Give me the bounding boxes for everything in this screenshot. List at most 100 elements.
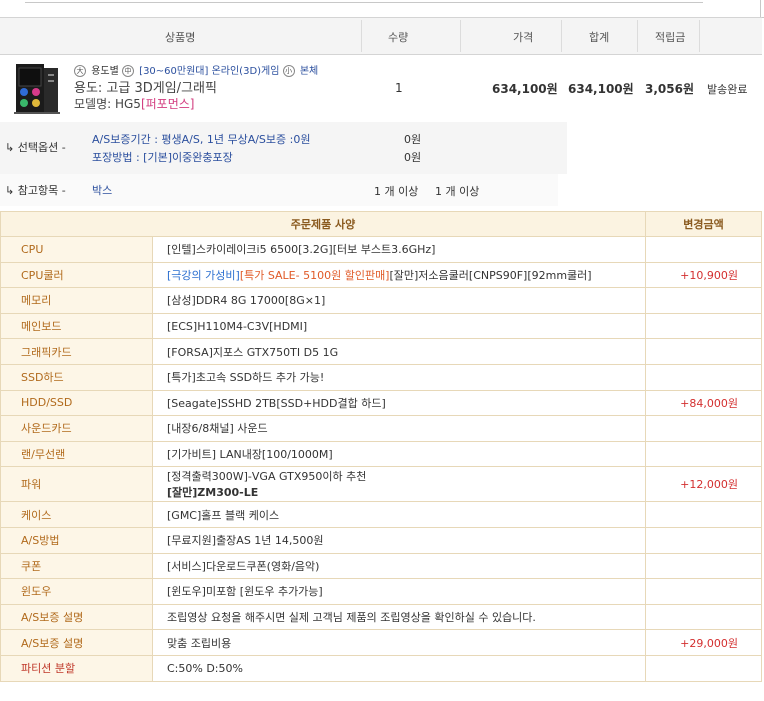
spec-row: 파워 [정격출력300W]-VGA GTX950이하 추천 [잘만]ZM300-L… [0, 466, 762, 503]
product-purpose: 용도: 고급 3D게임/그래픽 [74, 81, 217, 96]
spec-change [645, 603, 762, 631]
spec-value-model: [잘만]ZM300-LE [167, 486, 259, 500]
reference-label: ↳ 참고항목 - [5, 184, 66, 197]
spec-value: [ECS]H110M4-C3V[HDMI] [152, 312, 646, 340]
spec-row: A/S보증 설명 조립영상 요청을 해주시면 실제 고객님 제품의 조립영상을 … [0, 603, 762, 631]
spec-change: +29,000원 [645, 629, 762, 656]
top-divider [25, 2, 703, 3]
spec-row: A/S보증 설명 맞춤 조립비용 +29,000원 [0, 629, 762, 656]
spec-value: [정격출력300W]-VGA GTX950이하 추천 [167, 470, 367, 484]
badge-large: 大 [74, 65, 86, 77]
badge-small: 小 [282, 65, 295, 77]
spec-row: HDD/SSD [Seagate]SSHD 2TB[SSD+HDD결합 하드] … [0, 389, 762, 417]
spec-row: 윈도우 [윈도우]미포함 [윈도우 추가가능] [0, 578, 762, 605]
change-header: 변경금액 [645, 211, 762, 237]
spec-row: 쿠폰 [서비스]다운로드쿠폰(영화/음악) [0, 552, 762, 580]
spec-value: [Seagate]SSHD 2TB[SSD+HDD결합 하드] [152, 389, 646, 417]
spec-value: C:50% D:50% [152, 654, 646, 682]
spec-name: 케이스 [0, 501, 153, 528]
spec-value-cooler: [극강의 가성비][특가 SALE- 5100원 할인판매][잘만]저소음쿨러[… [152, 261, 646, 289]
option-item: 포장방법 : [기본]이중완충포장 [92, 151, 233, 164]
spec-change [645, 501, 762, 528]
spec-change [645, 578, 762, 605]
spec-name: 메모리 [0, 287, 153, 314]
header-separator [460, 20, 461, 52]
spec-name: 파티션 분할 [0, 654, 153, 682]
spec-change [645, 338, 762, 365]
spec-row: CPU쿨러 [극강의 가성비][특가 SALE- 5100원 할인판매][잘만]… [0, 261, 762, 289]
spec-row: A/S방법 [무료지원]출장AS 1년 14,500원 [0, 526, 762, 554]
spec-name: 메인보드 [0, 312, 153, 340]
spec-value: [특가]초고속 SSD하드 추가 가능! [152, 363, 646, 391]
spec-name: A/S보증 설명 [0, 629, 153, 656]
spec-change [645, 236, 762, 263]
tag-prefix: 용도별 [91, 66, 119, 77]
order-qty: 1 [395, 81, 403, 95]
spec-name: 사운드카드 [0, 415, 153, 442]
header-total: 합계 [589, 31, 610, 44]
spec-value: [인텔]스카이레이크i5 6500[3.2G][터보 부스트3.6GHz] [152, 236, 646, 263]
spec-header: 주문제품 사양 [0, 211, 646, 237]
spec-change [645, 654, 762, 682]
option-item: A/S보증기간 : 평생A/S, 1년 무상A/S보증 :0원 [92, 133, 311, 146]
spec-value: [서비스]다운로드쿠폰(영화/음악) [152, 552, 646, 580]
spec-header-row: 주문제품 사양 변경금액 [0, 211, 762, 237]
model-highlight: [퍼포먼스] [140, 97, 195, 111]
order-price: 634,100원 [492, 82, 558, 96]
header-price: 가격 [513, 31, 534, 44]
spec-name: A/S방법 [0, 526, 153, 554]
spec-name: HDD/SSD [0, 389, 153, 417]
spec-name: 랜/무선랜 [0, 440, 153, 468]
order-points: 3,056원 [645, 82, 694, 96]
spec-change [645, 552, 762, 580]
spec-row: 케이스 [GMC]홀프 블랙 케이스 [0, 501, 762, 528]
spec-row: SSD하드 [특가]초고속 SSD하드 추가 가능! [0, 363, 762, 391]
spec-change: +84,000원 [645, 389, 762, 417]
spec-value: [잘만]저소음쿨러[CNPS90F][92mm쿨러] [389, 268, 592, 282]
spec-name: 쿠폰 [0, 552, 153, 580]
spec-name: CPU [0, 236, 153, 263]
spec-table: 주문제품 사양 변경금액 CPU [인텔]스카이레이크i5 6500[3.2G]… [0, 211, 762, 682]
header-separator [637, 20, 638, 52]
sale-tag: [특가 SALE- 5100원 할인판매] [239, 268, 390, 282]
pc-case-icon[interactable] [10, 60, 64, 116]
header-separator [561, 20, 562, 52]
badge-medium: 中 [121, 65, 134, 77]
spec-value: 맞춤 조립비용 [152, 629, 646, 656]
spec-value: [FORSA]지포스 GTX750TI D5 1G [152, 338, 646, 365]
option-price: 0원 [404, 133, 422, 146]
reference-qty: 1 개 이상 [374, 185, 419, 198]
spec-change: +10,900원 [645, 261, 762, 289]
spec-value: [내장6/8채널] 사운드 [152, 415, 646, 442]
tag-suffix-link[interactable]: 본체 [300, 66, 318, 77]
spec-value: [윈도우]미포함 [윈도우 추가가능] [152, 578, 646, 605]
spec-value: [삼성]DDR4 8G 17000[8G×1] [152, 287, 646, 314]
option-price: 0원 [404, 151, 422, 164]
spec-value: 조립영상 요청을 해주시면 실제 고객님 제품의 조립영상을 확인하실 수 있습… [152, 603, 646, 631]
spec-name: CPU쿨러 [0, 261, 153, 289]
spec-change [645, 363, 762, 391]
spec-change: +12,000원 [645, 466, 762, 503]
spec-row: CPU [인텔]스카이레이크i5 6500[3.2G][터보 부스트3.6GHz… [0, 236, 762, 263]
spec-change [645, 287, 762, 314]
reference-item: 박스 [92, 184, 113, 197]
product-model: 모델명: HG5[퍼포먼스] [74, 95, 194, 112]
spec-row: 사운드카드 [내장6/8채널] 사운드 [0, 415, 762, 442]
spec-name: 윈도우 [0, 578, 153, 605]
options-label: ↳ 선택옵션 - [5, 141, 66, 154]
order-table-header: 상품명 수량 가격 합계 적립금 [0, 17, 762, 55]
spec-change [645, 312, 762, 340]
header-product: 상품명 [165, 31, 196, 44]
tag-category-link[interactable]: [30~60만원대] 온라인(3D)게임 [139, 66, 279, 77]
spec-name: SSD하드 [0, 363, 153, 391]
header-separator [699, 20, 700, 52]
spec-change [645, 440, 762, 468]
spec-row: 메인보드 [ECS]H110M4-C3V[HDMI] [0, 312, 762, 340]
promo-tag: [극강의 가성비] [167, 268, 240, 282]
spec-row: 파티션 분할 C:50% D:50% [0, 654, 762, 682]
spec-name: 그래픽카드 [0, 338, 153, 365]
spec-name: 파워 [0, 466, 153, 503]
options-box [0, 122, 567, 174]
spec-value: [GMC]홀프 블랙 케이스 [152, 501, 646, 528]
category-tag: 大 용도별 中 [30~60만원대] 온라인(3D)게임 小 본체 [74, 62, 318, 77]
